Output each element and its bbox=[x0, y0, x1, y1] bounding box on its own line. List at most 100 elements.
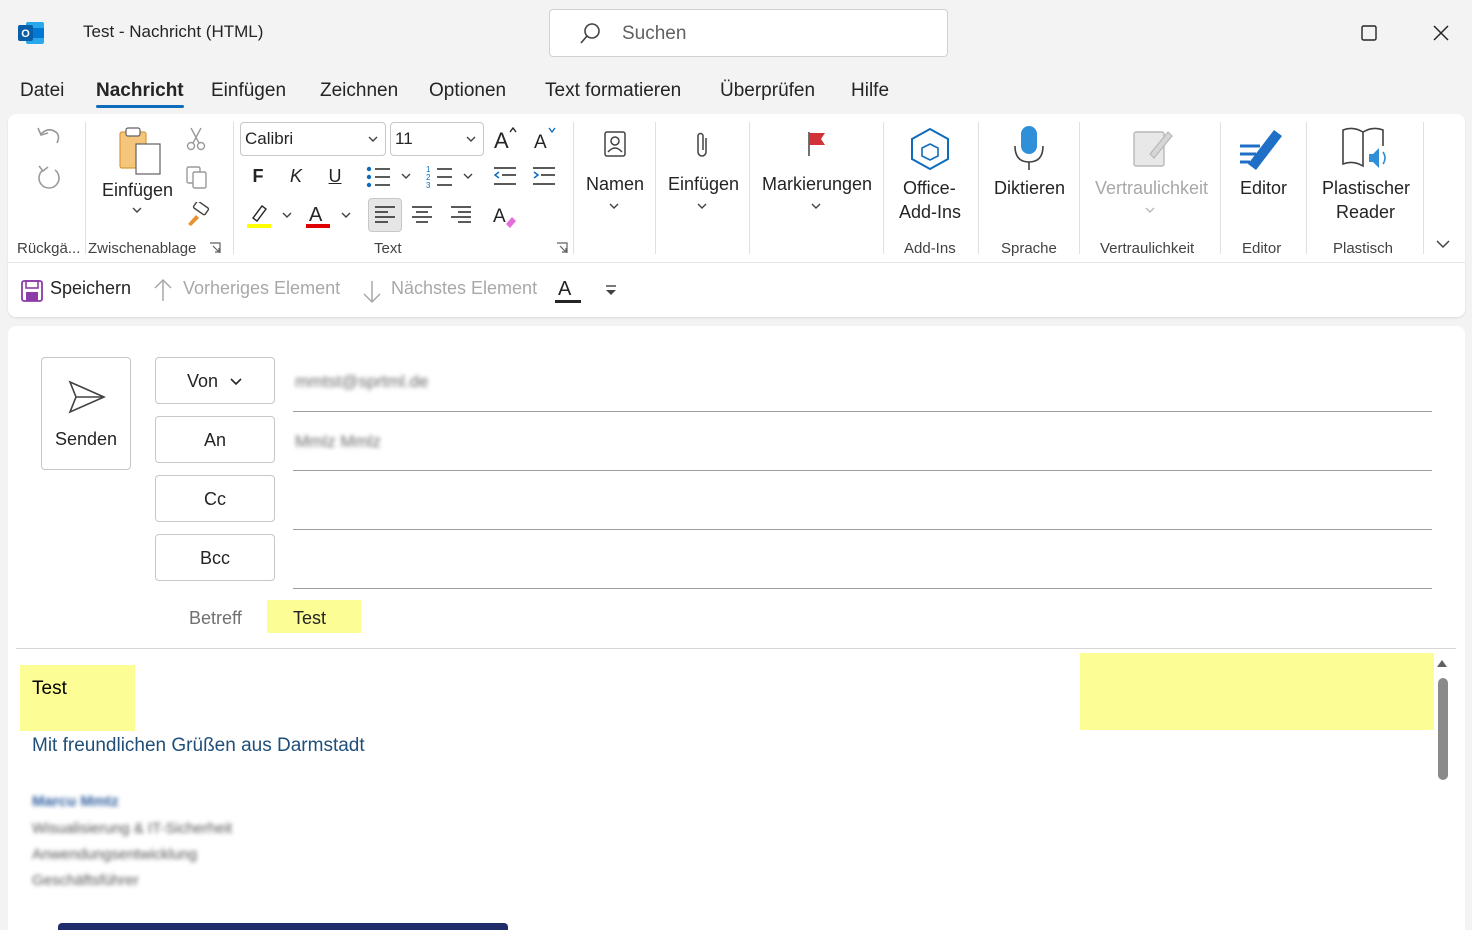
bullet-list-icon[interactable] bbox=[364, 164, 414, 190]
redo-icon[interactable] bbox=[35, 162, 63, 190]
flag-label[interactable]: Markierungen bbox=[762, 174, 872, 195]
cc-button[interactable]: Cc bbox=[155, 475, 275, 522]
align-left-icon bbox=[375, 206, 395, 223]
increase-indent-icon[interactable] bbox=[531, 164, 557, 190]
previous-item-button[interactable]: Vorheriges Element bbox=[183, 278, 340, 299]
format-painter-icon[interactable] bbox=[184, 202, 210, 228]
dialog-launcher-icon[interactable] bbox=[556, 242, 568, 254]
tab-nachricht[interactable]: Nachricht bbox=[96, 80, 184, 108]
tab-datei[interactable]: Datei bbox=[20, 80, 64, 102]
body-scrollbar[interactable] bbox=[1435, 656, 1449, 930]
to-recipient[interactable]: Mmlz Mmlz bbox=[295, 432, 381, 452]
customize-toolbar-icon[interactable] bbox=[604, 283, 618, 297]
chevron-down-icon[interactable] bbox=[608, 202, 620, 210]
address-book-icon[interactable] bbox=[603, 130, 627, 158]
clear-formatting-icon[interactable]: A bbox=[492, 202, 520, 230]
subject-label: Betreff bbox=[189, 608, 242, 628]
office-addins-label-1[interactable]: Office- bbox=[903, 178, 956, 199]
paste-icon[interactable] bbox=[116, 126, 164, 176]
bcc-button[interactable]: Bcc bbox=[155, 534, 275, 581]
ribbon-expand-icon[interactable] bbox=[1435, 238, 1451, 250]
chevron-down-icon[interactable] bbox=[810, 202, 822, 210]
font-color-icon[interactable]: A bbox=[554, 275, 582, 305]
tab-zeichnen[interactable]: Zeichnen bbox=[320, 80, 398, 102]
send-button[interactable]: Senden bbox=[41, 357, 131, 470]
copy-icon[interactable] bbox=[184, 164, 210, 190]
maximize-icon[interactable] bbox=[1358, 22, 1380, 44]
scroll-up-icon[interactable] bbox=[1436, 658, 1448, 668]
tab-einfuegen[interactable]: Einfügen bbox=[211, 80, 286, 102]
grow-font-icon[interactable]: A bbox=[492, 124, 522, 152]
save-button[interactable]: Speichern bbox=[50, 278, 131, 299]
group-label-reader: Plastisch bbox=[1333, 240, 1394, 257]
close-icon[interactable] bbox=[1430, 22, 1452, 44]
font-size-value: 11 bbox=[395, 129, 413, 148]
next-item-button[interactable]: Nächstes Element bbox=[391, 278, 537, 299]
outlook-logo-icon: O bbox=[18, 22, 44, 44]
tab-hilfe[interactable]: Hilfe bbox=[851, 80, 889, 102]
paste-label[interactable]: Einfügen bbox=[102, 180, 173, 201]
to-button[interactable]: An bbox=[155, 416, 275, 463]
names-label[interactable]: Namen bbox=[586, 174, 644, 195]
italic-button[interactable]: K bbox=[281, 161, 311, 191]
send-label: Senden bbox=[54, 429, 118, 449]
bold-button[interactable]: F bbox=[243, 161, 273, 191]
body-text[interactable]: Test bbox=[32, 678, 67, 700]
chevron-down-icon bbox=[1145, 207, 1155, 213]
undo-icon[interactable] bbox=[35, 124, 63, 150]
highlight-color-icon[interactable] bbox=[245, 202, 295, 230]
search-box[interactable]: Suchen bbox=[549, 9, 948, 57]
bcc-input[interactable] bbox=[293, 588, 1432, 589]
shrink-font-icon[interactable]: A bbox=[532, 124, 562, 152]
from-button[interactable]: Von bbox=[155, 357, 275, 404]
cc-input[interactable] bbox=[293, 529, 1432, 530]
flag-icon[interactable] bbox=[806, 130, 828, 158]
group-label-clipboard: Zwischenablage bbox=[88, 240, 197, 257]
save-icon[interactable] bbox=[20, 279, 44, 303]
signature-banner bbox=[58, 923, 508, 930]
dialog-launcher-icon[interactable] bbox=[209, 242, 221, 254]
align-center-icon[interactable] bbox=[411, 205, 433, 225]
tab-ueberpruefen[interactable]: Überprüfen bbox=[720, 80, 815, 102]
font-color-icon[interactable]: A bbox=[306, 202, 356, 230]
paperclip-icon[interactable] bbox=[692, 130, 712, 160]
underline-button[interactable]: U bbox=[320, 161, 350, 191]
font-size-select[interactable]: 11 bbox=[390, 122, 484, 156]
attach-label[interactable]: Einfügen bbox=[668, 174, 739, 195]
svg-text:A: A bbox=[558, 278, 572, 300]
scroll-thumb[interactable] bbox=[1438, 678, 1448, 780]
tab-text-formatieren[interactable]: Text formatieren bbox=[545, 80, 681, 102]
search-icon bbox=[580, 23, 600, 44]
svg-text:O: O bbox=[21, 28, 30, 40]
microphone-icon[interactable] bbox=[1011, 124, 1047, 172]
arrow-up-icon bbox=[154, 278, 172, 301]
svg-text:A: A bbox=[494, 128, 509, 152]
immersive-reader-icon[interactable] bbox=[1339, 124, 1389, 172]
chevron-down-icon[interactable] bbox=[696, 202, 708, 210]
office-addins-label-2[interactable]: Add-Ins bbox=[899, 202, 961, 223]
numbered-list-icon[interactable]: 1 2 3 bbox=[426, 164, 476, 190]
chevron-down-icon[interactable] bbox=[131, 206, 143, 214]
office-addins-icon[interactable] bbox=[907, 126, 953, 172]
align-right-icon[interactable] bbox=[450, 205, 472, 225]
decrease-indent-icon[interactable] bbox=[492, 164, 518, 190]
signature-line: Anwendungsentwicklung bbox=[32, 846, 198, 863]
quick-access-toolbar: Speichern Vorheriges Element Nächstes El… bbox=[8, 262, 1465, 317]
font-name-value: Calibri bbox=[245, 129, 294, 148]
editor-label[interactable]: Editor bbox=[1240, 178, 1287, 199]
to-input[interactable] bbox=[293, 470, 1432, 471]
editor-pen-icon[interactable] bbox=[1238, 124, 1288, 172]
dictate-label[interactable]: Diktieren bbox=[994, 178, 1065, 199]
font-name-select[interactable]: Calibri bbox=[240, 122, 386, 156]
separator bbox=[655, 122, 656, 254]
reader-label-2[interactable]: Reader bbox=[1336, 202, 1395, 223]
align-left-button[interactable] bbox=[368, 198, 402, 232]
cut-icon[interactable] bbox=[184, 126, 208, 152]
title-bar: O Test - Nachricht (HTML) Suchen bbox=[0, 0, 1472, 66]
reader-label-1[interactable]: Plastischer bbox=[1322, 178, 1410, 199]
separator bbox=[978, 122, 979, 254]
separator bbox=[1220, 122, 1221, 254]
subject-input[interactable]: Test bbox=[267, 600, 361, 633]
signature-name: Marcu Mmtz bbox=[32, 793, 119, 810]
tab-optionen[interactable]: Optionen bbox=[429, 80, 506, 102]
